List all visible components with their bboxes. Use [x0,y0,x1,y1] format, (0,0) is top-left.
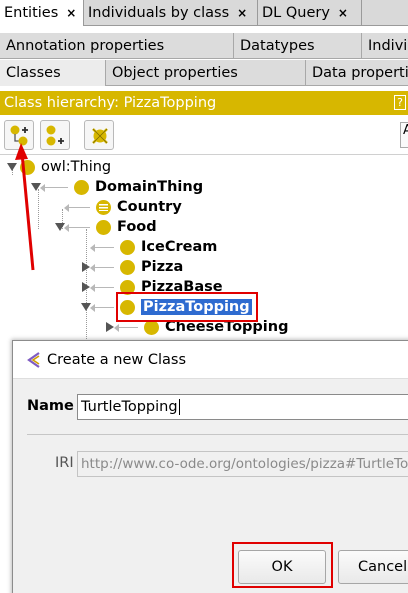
tree-node-food[interactable]: Food [54,217,157,237]
tab-individuals-label: Individuals by class [88,5,230,21]
class-name-value: TurtleTopping [81,399,178,415]
iri-value: http://www.co-ode.org/ontologies/pizza#T… [81,456,408,472]
subclass-arrow-icon [64,223,90,232]
tab-datatypes[interactable]: Datatypes [234,33,362,59]
highlight-box [232,542,333,588]
tree-node-country[interactable]: Country [64,197,182,217]
entity-tabs-row-1: Annotation properties Datatypes Indivi [0,33,408,59]
tree-node-label: owl:Thing [41,159,112,175]
close-icon[interactable]: × [237,6,247,20]
highlight-box [116,292,258,322]
close-icon[interactable]: × [338,6,348,20]
tree-node-icecream[interactable]: IceCream [90,237,218,257]
subclass-arrow-icon [64,203,90,212]
iri-field[interactable]: http://www.co-ode.org/ontologies/pizza#T… [77,451,408,477]
delete-class-icon [92,128,108,144]
class-icon [20,159,35,175]
class-icon [120,259,135,275]
name-label: Name [27,398,74,414]
entity-tabs-row-2: Classes Object properties Data properti [0,60,408,86]
class-icon [96,219,111,235]
toolbar-overflow-button[interactable]: A [400,122,408,148]
close-icon[interactable]: × [66,6,76,20]
view-title: Class hierarchy: PizzaTopping [4,95,217,111]
tab-label: Classes [6,65,61,81]
add-sibling-icon [46,125,64,146]
text-caret [178,399,180,415]
tab-data-properties[interactable]: Data properti [306,60,408,86]
tab-classes[interactable]: Classes [0,60,106,86]
class-icon [74,179,89,195]
tree-node-domainthing[interactable]: DomainThing [30,177,203,197]
subclass-arrow-icon [90,303,114,312]
workspace-tab-strip: Entities × Individuals by class × DL Que… [0,0,408,26]
tab-object-properties[interactable]: Object properties [106,60,306,86]
cancel-button-label: Cancel [358,559,408,575]
hierarchy-toolbar: A [0,115,408,155]
tab-label: Indivi [368,38,408,54]
defined-class-icon [96,199,111,215]
tab-label: Annotation properties [6,38,165,54]
tab-label: Datatypes [240,38,315,54]
tree-node-label: Pizza [141,259,184,275]
add-subclass-icon [10,125,28,146]
tab-label: Data properti [312,65,408,81]
create-class-dialog: Create a new Class Name TurtleTopping IR… [12,340,408,593]
help-icon[interactable]: ? [394,95,406,110]
class-icon [120,239,135,255]
add-subclass-button[interactable] [4,120,34,150]
tab-entities-label: Entities [4,5,59,21]
chevron-down-icon[interactable] [6,161,18,173]
dialog-body: Name TurtleTopping IRI http://www.co-ode… [13,379,408,593]
tab-label: Object properties [112,65,238,81]
tree-node-owl-thing[interactable]: owl:Thing [6,157,111,177]
tree-node-pizza[interactable]: Pizza [80,257,183,277]
tab-entities[interactable]: Entities × [0,0,84,26]
tree-node-label: DomainThing [95,179,204,195]
dialog-title-bar: Create a new Class [13,341,408,379]
tree-node-label: IceCream [141,239,218,255]
iri-label: IRI [55,455,74,471]
protege-logo-icon [27,352,40,368]
class-name-input[interactable]: TurtleTopping [77,394,408,420]
tab-annotation-properties[interactable]: Annotation properties [0,33,234,59]
subclass-arrow-icon [90,283,114,292]
subclass-arrow-icon [40,183,68,192]
delete-class-button[interactable] [84,120,114,150]
subclass-arrow-icon [114,323,138,332]
cancel-button[interactable]: Cancel [338,550,408,584]
tree-node-label: Country [117,199,182,215]
tab-dl-query[interactable]: DL Query × [258,0,362,26]
dialog-divider [27,434,408,435]
tree-node-label: Food [117,219,157,235]
subclass-arrow-icon [90,243,114,252]
subclass-arrow-icon [90,263,114,272]
add-sibling-class-button[interactable] [40,120,70,150]
dialog-title: Create a new Class [47,351,187,368]
tab-individuals-by-class[interactable]: Individuals by class × [84,0,258,26]
tab-individuals[interactable]: Indivi [362,33,408,59]
class-hierarchy-header: Class hierarchy: PizzaTopping ? [0,91,408,115]
tab-dl-query-label: DL Query [262,5,330,21]
